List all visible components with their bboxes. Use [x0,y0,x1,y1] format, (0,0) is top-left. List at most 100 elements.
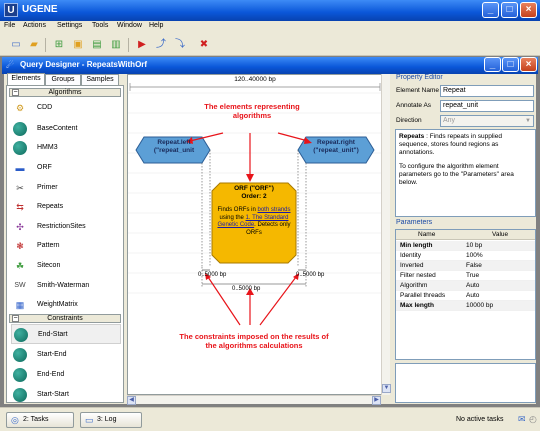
param-value[interactable]: 100% [466,251,483,261]
folder-icon[interactable]: ▣ [70,37,86,53]
param-name: Parallel threads [400,292,446,299]
collapse-toggle-icon[interactable]: − [12,315,19,322]
document-icon[interactable]: ▤ [89,37,105,53]
param-name: Identity [400,252,421,259]
minimize-button[interactable]: _ [482,2,499,18]
elements-panel: − Algorithms ⚙ CDD BaseContent HMM3 ▬ OR… [6,85,124,403]
param-row-filter-nested[interactable]: Filter nested True [396,271,535,281]
link-icon[interactable]: ▥ [108,37,124,53]
chevron-down-icon: ▼ [525,118,531,124]
tab-samples[interactable]: Samples [81,74,119,85]
algorithm-label: Repeats [37,203,64,210]
algorithm-item-restrictionsites[interactable]: ✣ RestrictionSites [11,217,121,237]
circle-icon [13,141,27,155]
param-row-min-length[interactable]: Min length 10 bp [396,241,535,251]
constraint-item-end-end[interactable]: End-End [11,365,121,385]
param-value[interactable]: True [466,271,479,281]
orf-element[interactable]: ORF ("ORF") Order: 2 Finds ORFs in both … [214,185,294,237]
open-icon[interactable]: ▰ [26,37,42,53]
add-icon[interactable]: ⊞ [51,37,67,53]
maximize-button[interactable]: □ [501,2,518,18]
element-name-field[interactable]: Repeat [440,85,534,97]
close-button[interactable]: × [520,2,537,18]
menu-actions[interactable]: Actions [23,22,46,29]
weightmatrix-icon: ▦ [15,300,25,310]
scroll-left-icon[interactable]: ◀ [127,396,136,405]
collapse-toggle-icon[interactable]: − [12,89,19,96]
scroll-right-icon[interactable]: ▶ [372,396,381,405]
menu-file[interactable]: File [4,22,15,29]
element-description: Repeats : Finds repeats in supplied sequ… [395,129,536,217]
repeat-left-element[interactable]: Repeat.left ("repeat_unit [140,139,208,155]
param-row-inverted[interactable]: Inverted False [396,261,535,271]
range-label: 120..40000 bp [234,76,276,83]
status-text: No active tasks [456,416,504,423]
scroll-down-icon[interactable]: ▼ [382,384,391,393]
algorithms-group-header[interactable]: − Algorithms [9,88,121,97]
constraints-group-header[interactable]: − Constraints [9,314,121,323]
tab-elements[interactable]: Elements [7,73,45,85]
app-title-bar: U UGENE _ □ × [0,0,540,21]
param-value[interactable]: 10 bp [466,241,482,251]
element-name-label: Element Name [396,87,439,94]
qd-maximize-button[interactable]: □ [502,57,519,72]
qd-close-button[interactable]: × [520,57,537,72]
constraint-bottom-label[interactable]: 0..5000 bp [232,286,260,292]
constraint-right-label[interactable]: 0..5000 bp [296,272,324,278]
qd-minimize-button[interactable]: _ [484,57,501,72]
constraint-left-label[interactable]: 0..5000 bp [198,272,226,278]
parameters-table[interactable]: Name Value Min length 10 bp Identity 100… [395,229,536,360]
param-value[interactable]: Auto [466,291,479,301]
algorithm-item-primer[interactable]: ✂ Primer [11,178,121,198]
new-project-icon[interactable]: ▭ [8,37,24,53]
menu-settings[interactable]: Settings [57,22,82,29]
constraint-item-start-end[interactable]: Start-End [11,345,121,365]
param-value[interactable]: False [466,261,482,271]
log-tab[interactable]: ▭ 3: Log [80,412,142,428]
param-row-max-length[interactable]: Max length 10000 bp [396,301,535,311]
param-row-algorithm[interactable]: Algorithm Auto [396,281,535,291]
algorithm-item-sitecon[interactable]: ☘ Sitecon [11,256,121,276]
repeat-left-unit: ("repeat_unit [153,147,195,154]
notification-icon[interactable]: ✉ [518,414,526,425]
constraint-item-start-start[interactable]: Start-Start [11,385,121,405]
algorithm-item-basecontent[interactable]: BaseContent [11,119,121,139]
constraint-label: Start-Start [37,391,69,398]
param-row-parallel-threads[interactable]: Parallel threads Auto [396,291,535,301]
algorithm-item-orf[interactable]: ▬ ORF [11,158,121,178]
menu-tools[interactable]: Tools [92,22,108,29]
query-designer-title: Query Designer - RepeatsWithOrf [20,60,148,69]
query-designer-icon: ☄ [6,60,15,70]
query-designer-title-bar: ☄ Query Designer - RepeatsWithOrf _ □ × [2,57,538,74]
param-value[interactable]: 10000 bp [466,301,493,311]
tab-groups[interactable]: Groups [45,74,81,85]
direction-select[interactable]: Any ▼ [440,115,534,127]
orf-icon: ▬ [15,163,25,173]
param-row-identity[interactable]: Identity 100% [396,251,535,261]
menu-help[interactable]: Help [149,22,163,29]
algorithm-item-weightmatrix[interactable]: ▦ WeightMatrix [11,295,121,315]
remove-icon[interactable]: ✖ [196,37,212,53]
repeat-right-element[interactable]: Repeat.right ("repeat_unit") [300,139,372,155]
merge-icon[interactable]: ⤵ [172,37,188,53]
menu-window[interactable]: Window [117,22,142,29]
param-value[interactable]: Auto [466,281,479,291]
algorithm-label: ORF [37,164,52,171]
annotate-as-field[interactable]: repeat_unit [440,100,534,112]
tasks-tab[interactable]: ◎ 2: Tasks [6,412,74,428]
orf-strands-link[interactable]: both strands [257,207,290,213]
algorithm-item-repeats[interactable]: ⇆ Repeats [11,197,121,217]
orf-desc-text: using the [219,214,246,221]
property-editor-title: Property Editor [396,74,443,81]
algorithm-item-cdd[interactable]: ⚙ CDD [11,98,121,118]
algorithm-item-smith-waterman[interactable]: SW Smith-Waterman [11,276,121,296]
canvas-horizontal-scrollbar[interactable]: ◀ ▶ [127,395,381,405]
constraint-item-end-start[interactable]: End-Start [11,324,121,344]
main-toolbar: ▭ ▰ ⊞ ▣ ▤ ▥ ▶ ⤴ ⤵ ✖ [0,34,540,56]
algorithm-item-pattern[interactable]: ❃ Pattern [11,236,121,256]
canvas-vertical-scrollbar[interactable]: ▼ [381,74,391,395]
run-icon[interactable]: ▶ [134,37,150,53]
scheme-canvas[interactable]: 120..40000 bp The elements representing … [127,74,390,395]
algorithm-item-hmm3[interactable]: HMM3 [11,138,121,158]
split-icon[interactable]: ⤴ [153,37,169,53]
